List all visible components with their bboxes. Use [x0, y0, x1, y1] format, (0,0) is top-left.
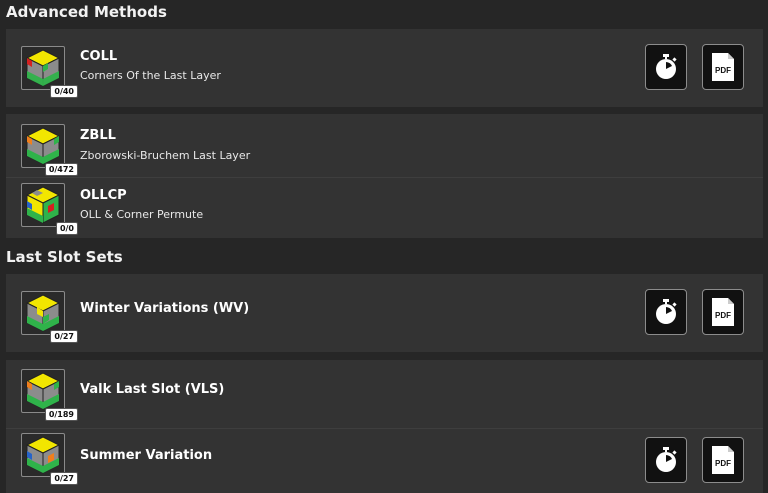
stopwatch-icon [656, 299, 677, 324]
progress-badge: 0/40 [50, 85, 78, 98]
item-title: ZBLL [80, 128, 116, 143]
list-item-valk-last-slot[interactable]: 0/189 Valk Last Slot (VLS) [6, 362, 763, 424]
item-title: Summer Variation [80, 448, 213, 463]
list-item-winter-variations[interactable]: 0/27 Winter Variations (WV) PDF [6, 282, 763, 344]
svg-text:PDF: PDF [715, 459, 731, 468]
pdf-button[interactable]: PDF [702, 437, 744, 483]
pdf-button[interactable]: PDF [702, 44, 744, 90]
card-wv: 0/27 Winter Variations (WV) PDF [6, 274, 763, 352]
card-vls-summer: 0/189 Valk Last Slot (VLS) 0/27 Summer V… [6, 360, 763, 493]
card-zbll-ollcp: 0/472 ZBLL Zborowski-Bruchem Last Layer … [6, 114, 763, 238]
cube-thumbnail: 0/472 [21, 124, 78, 176]
progress-badge: 0/0 [55, 222, 78, 235]
cube-thumbnail: 0/40 [21, 46, 78, 98]
cube-icon [25, 49, 61, 87]
cube-thumbnail: 0/27 [21, 433, 78, 485]
item-description: Corners Of the Last Layer [80, 69, 221, 82]
cube-icon [25, 127, 61, 165]
pdf-button[interactable]: PDF [702, 289, 744, 335]
list-item-coll[interactable]: 0/40 COLL Corners Of the Last Layer PDF [6, 37, 763, 99]
item-title: COLL [80, 49, 118, 64]
cube-icon [25, 372, 61, 410]
stopwatch-icon [656, 54, 677, 79]
item-title: OLLCP [80, 188, 127, 203]
item-title: Winter Variations (WV) [80, 301, 250, 316]
list-item-summer-variation[interactable]: 0/27 Summer Variation PDF [6, 428, 763, 491]
pdf-icon: PDF [712, 446, 734, 474]
item-description: OLL & Corner Permute [80, 208, 204, 221]
progress-badge: 0/189 [44, 408, 78, 421]
section-title-last-slot-sets: Last Slot Sets [6, 248, 123, 266]
svg-text:PDF: PDF [715, 66, 731, 75]
svg-text:PDF: PDF [715, 311, 731, 320]
progress-badge: 0/27 [50, 330, 78, 343]
timer-button[interactable] [645, 437, 687, 483]
pdf-icon: PDF [712, 298, 734, 326]
pdf-icon: PDF [712, 53, 734, 81]
card-coll: 0/40 COLL Corners Of the Last Layer PDF [6, 29, 763, 107]
cube-icon [25, 186, 61, 224]
section-title-advanced-methods: Advanced Methods [6, 3, 167, 21]
cube-icon [25, 294, 61, 332]
item-description: Zborowski-Bruchem Last Layer [80, 149, 251, 162]
cube-thumbnail: 0/27 [21, 291, 78, 343]
cube-icon [25, 436, 61, 474]
progress-badge: 0/27 [50, 472, 78, 485]
cube-thumbnail: 0/189 [21, 369, 78, 421]
item-title: Valk Last Slot (VLS) [80, 382, 225, 397]
timer-button[interactable] [645, 44, 687, 90]
cube-thumbnail: 0/0 [21, 183, 78, 235]
list-item-ollcp[interactable]: 0/0 OLLCP OLL & Corner Permute [6, 177, 763, 240]
stopwatch-icon [656, 447, 677, 472]
progress-badge: 0/472 [44, 163, 78, 176]
list-item-zbll[interactable]: 0/472 ZBLL Zborowski-Bruchem Last Layer [6, 116, 763, 178]
timer-button[interactable] [645, 289, 687, 335]
